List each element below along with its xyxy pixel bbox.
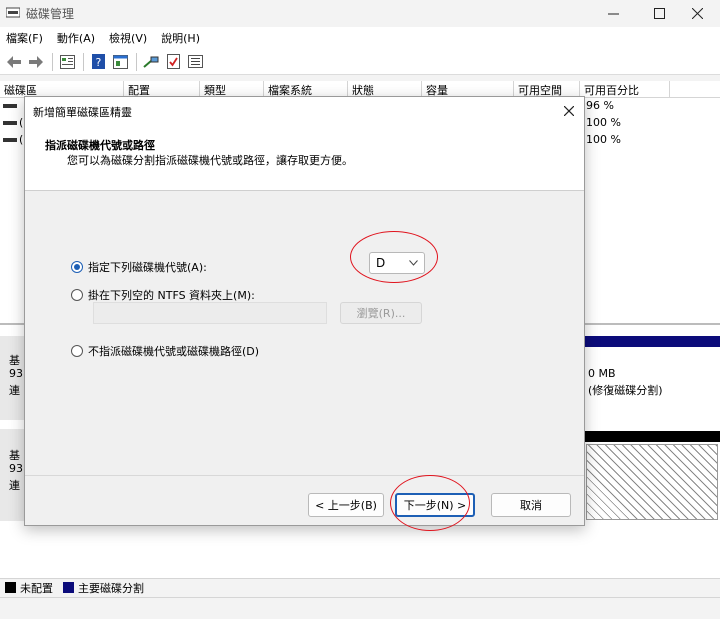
browse-button[interactable]: 瀏覽(R)... [340, 302, 422, 324]
toolbar: ? [0, 49, 720, 75]
help-button[interactable]: ? [88, 52, 108, 72]
radio-button-checked[interactable] [71, 261, 83, 273]
properties-button[interactable] [110, 52, 130, 72]
legend-swatch-unallocated [5, 582, 16, 593]
volume-free-percent: 100 % [586, 116, 621, 129]
radio-button[interactable] [71, 345, 83, 357]
grid-view-icon [59, 54, 75, 69]
minimize-button[interactable] [590, 0, 636, 26]
title-bar: 磁碟管理 [0, 0, 720, 26]
legend-unallocated: 未配置 [20, 581, 53, 595]
checklist-button[interactable] [163, 52, 183, 72]
legend-swatch-primary [63, 582, 74, 593]
window-title: 磁碟管理 [26, 7, 75, 21]
svg-text:?: ? [95, 56, 101, 69]
grid-view-button[interactable] [57, 52, 77, 72]
disk-size-label: 93 [9, 367, 23, 380]
menu-help[interactable]: 說明(H) [161, 30, 200, 46]
radio-mount-folder[interactable]: 掛在下列空的 NTFS 資料夾上(M): [71, 287, 255, 303]
back-button[interactable]: < 上一步(B) [308, 493, 384, 517]
volume-name: ( [19, 133, 24, 146]
cancel-button[interactable]: 取消 [491, 493, 571, 517]
disk-management-window: 磁碟管理 檔案(F) 動作(A) 檢視(V) 說明(H) ? 磁碟區 配置 類型… [0, 0, 720, 619]
maximize-icon [653, 7, 665, 19]
disk-type-label: 基 [9, 449, 20, 462]
connect-button[interactable] [141, 52, 161, 72]
disk-label-panel[interactable] [0, 429, 24, 521]
toolbar-separator [136, 52, 137, 71]
volume-icon [3, 138, 17, 142]
disk-size-label: 93 [9, 462, 23, 475]
toolbar-separator [52, 52, 53, 71]
partition-bar-primary [584, 336, 720, 347]
minimize-icon [607, 13, 619, 14]
partition-size: 0 MB [588, 367, 616, 380]
folder-path-input[interactable] [93, 302, 327, 324]
list-icon [187, 55, 203, 68]
dialog-heading: 指派磁碟機代號或路徑 [45, 139, 155, 152]
status-bar [0, 597, 720, 619]
dialog-header: 指派磁碟機代號或路徑 您可以為磁碟分割指派磁碟機代號或路徑，讓存取更方便。 [25, 125, 584, 191]
forward-arrow-icon [29, 55, 43, 68]
column-header-free-percent[interactable]: 可用百分比 [580, 81, 670, 98]
connect-icon [143, 56, 159, 68]
annotation-circle-next [390, 475, 470, 531]
close-icon [691, 7, 703, 19]
volume-free-percent: 96 % [586, 99, 614, 112]
radio-button[interactable] [71, 289, 83, 301]
menu-file[interactable]: 檔案(F) [6, 30, 43, 46]
legend-primary-partition: 主要磁碟分割 [78, 581, 144, 595]
properties-icon [112, 54, 128, 69]
radio-assign-letter-label: 指定下列磁碟機代號(A): [88, 261, 207, 274]
disk-management-app-icon [6, 7, 20, 18]
dialog-title-bar: 新增簡單磁碟區精靈 [25, 97, 584, 125]
volume-icon [3, 121, 17, 125]
help-icon: ? [91, 54, 105, 69]
toolbar-separator [83, 52, 84, 71]
list-button[interactable] [185, 52, 205, 72]
annotation-circle-drive-letter [350, 231, 438, 283]
disk-status-label: 連 [9, 479, 20, 492]
disk-status-label: 連 [9, 384, 20, 397]
close-icon [563, 105, 575, 117]
dialog-title: 新增簡單磁碟區精靈 [33, 106, 132, 119]
checklist-icon [166, 54, 180, 69]
radio-mount-folder-label: 掛在下列空的 NTFS 資料夾上(M): [88, 289, 255, 302]
back-button[interactable] [4, 52, 24, 72]
volume-free-percent: 100 % [586, 133, 621, 146]
partition-description: (修復磁碟分割) [588, 384, 663, 397]
radio-assign-letter[interactable]: 指定下列磁碟機代號(A): [71, 259, 207, 275]
menu-view[interactable]: 檢視(V) [109, 30, 147, 46]
menu-action[interactable]: 動作(A) [57, 30, 95, 46]
new-simple-volume-wizard: 新增簡單磁碟區精靈 指派磁碟機代號或路徑 您可以為磁碟分割指派磁碟機代號或路徑，… [24, 96, 585, 531]
partition-bar-unallocated [584, 431, 720, 442]
dialog-subheading: 您可以為磁碟分割指派磁碟機代號或路徑，讓存取更方便。 [67, 154, 353, 167]
menu-bar: 檔案(F) 動作(A) 檢視(V) 說明(H) [0, 27, 720, 49]
back-arrow-icon [7, 55, 21, 68]
dialog-separator [25, 475, 584, 476]
forward-button[interactable] [26, 52, 46, 72]
radio-no-letter[interactable]: 不指派磁碟機代號或磁碟機路徑(D) [71, 343, 259, 359]
disk-type-label: 基 [9, 354, 20, 367]
dialog-close-button[interactable] [563, 102, 575, 120]
volume-name: ( [19, 116, 24, 129]
radio-no-letter-label: 不指派磁碟機代號或磁碟機路徑(D) [88, 345, 260, 358]
unallocated-space-selected[interactable] [586, 444, 718, 520]
volume-icon [3, 104, 17, 108]
close-window-button[interactable] [674, 0, 720, 26]
legend-bar: 未配置 主要磁碟分割 [0, 578, 720, 596]
